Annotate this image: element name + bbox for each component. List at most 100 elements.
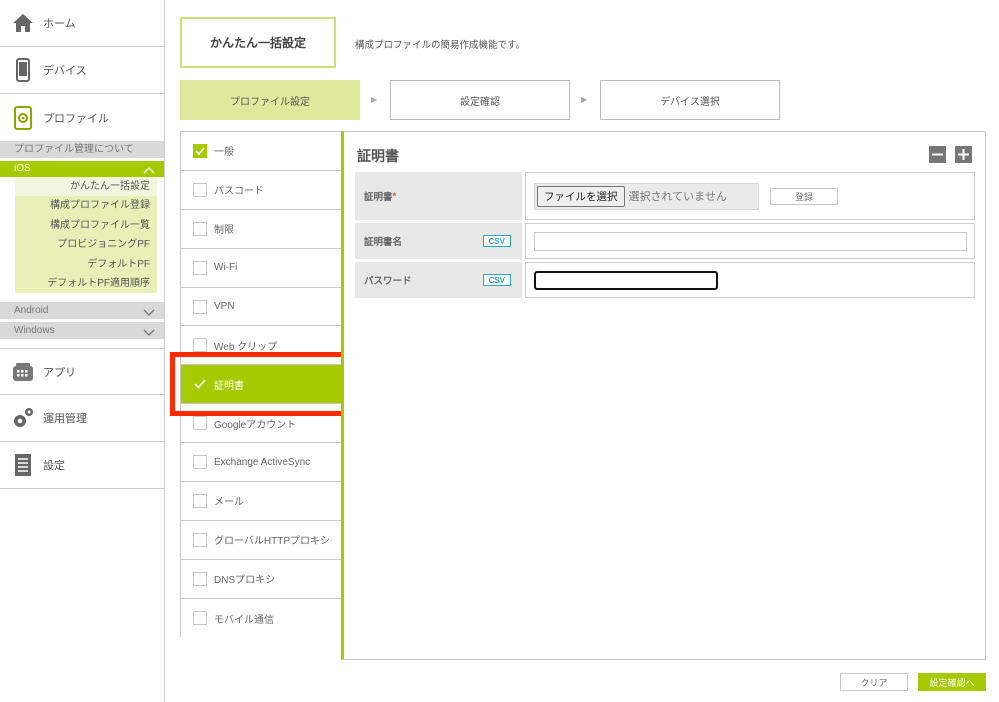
menu-item-vpn[interactable]: VPN [181,287,342,327]
menu-item-dns-proxy[interactable]: DNSプロキシ [181,559,342,599]
nav-device-label: デバイス [43,65,87,77]
checkbox-checked-icon [193,143,207,158]
chevron-down-icon [143,306,155,323]
menu-item-label: Wi-Fi [214,262,238,274]
menu-item-label: メール [214,497,244,509]
menu-item-label: DNSプロキシ [214,575,276,587]
menu-item-label: Web クリップ [214,341,278,353]
checkbox-icon [193,493,207,508]
certificate-name-label-text: 証明書名 [364,237,403,248]
confirm-settings-button[interactable]: 設定確認へ [918,673,986,691]
menu-item-passcode[interactable]: パスコード [181,170,342,210]
check-icon [193,377,207,391]
password-label: パスワード CSV [355,262,522,298]
ios-submenu: かんたん一括設定 構成プロファイル登録 構成プロファイル一覧 プロビジョニングP… [15,177,157,294]
minus-button[interactable] [929,146,946,163]
nav-home-label: ホーム [43,18,76,30]
menu-item-exchange[interactable]: Exchange ActiveSync [181,443,342,483]
nav-profile[interactable]: プロファイル [0,94,164,141]
nav-settings-label: 設定 [43,460,65,473]
checkbox-icon [193,182,207,197]
ios-item-default-pf[interactable]: デフォルトPF [15,255,157,274]
csv-badge[interactable]: CSV [482,235,511,247]
menu-item-general[interactable]: 一般 [181,132,342,171]
file-status: 選択されていません [628,191,727,203]
android-section[interactable]: Android [0,302,164,320]
home-icon [11,11,35,35]
nav-device[interactable]: デバイス [0,47,164,94]
chevron-down-icon [143,326,155,343]
nav-home[interactable]: ホーム [0,0,164,47]
nav-operation[interactable]: 運用管理 [0,395,164,443]
checkbox-icon [193,299,207,314]
certificate-value: ファイルを選択 選択されていません 登録 [525,172,975,220]
menu-item-label: 制限 [214,225,234,237]
password-input[interactable] [534,270,718,290]
ios-item-profile-list[interactable]: 構成プロファイル一覧 [15,216,157,235]
panel-title: 証明書 [357,148,399,164]
menu-item-certificate[interactable]: 証明書 [181,365,342,405]
register-button[interactable]: 登録 [770,187,838,205]
nav-settings[interactable]: 設定 [0,442,164,490]
certificate-row: 証明書 * ファイルを選択 選択されていません 登録 [355,172,975,220]
password-row: パスワード CSV [355,262,975,298]
menu-item-label: 一般 [214,147,234,159]
nav-operation-label: 運用管理 [43,413,87,426]
chevron-up-icon [143,164,155,180]
menu-item-web-clip[interactable]: Web クリップ [181,326,342,366]
checkbox-icon [193,571,207,586]
nav-profile-label: プロファイル [43,112,109,125]
profile-category-menu: 一般 パスコード 制限 Wi-Fi VPN Web クリップ 証明書 Googl… [180,131,342,638]
ios-item-easy-setup[interactable]: かんたん一括設定 [15,177,157,197]
app-icon [11,360,35,384]
android-label: Android [14,305,49,317]
windows-label: Windows [14,325,55,337]
csv-badge[interactable]: CSV [482,274,511,286]
required-mark: * [392,190,397,202]
menu-item-label: パスコード [214,186,264,198]
nav-app[interactable]: アプリ [0,348,164,396]
menu-item-mail[interactable]: メール [181,482,342,521]
choose-file-button[interactable]: ファイルを選択 [537,185,625,207]
menu-item-global-http-proxy[interactable]: グローバルHTTPプロキシ [181,520,342,560]
ios-item-profile-register[interactable]: 構成プロファイル登録 [15,196,157,215]
plus-icon [958,149,969,160]
windows-section[interactable]: Windows [0,322,164,340]
certificate-label-text: 証明書 [364,192,393,203]
file-input[interactable]: ファイルを選択 選択されていません [534,182,759,210]
step-arrow-icon: ▶ [371,95,378,104]
plus-button[interactable] [955,146,972,163]
ios-label: iOS [14,163,31,174]
ios-section[interactable]: iOS [0,161,164,177]
menu-item-label: Exchange ActiveSync [214,456,311,468]
menu-item-label: グローバルHTTPプロキシ [214,536,331,548]
checkbox-icon [193,260,207,275]
checkbox-icon [193,455,207,470]
password-value [525,262,975,298]
menu-item-google-account[interactable]: Googleアカウント [181,404,342,444]
step-profile-settings: プロファイル設定 [180,80,360,120]
certificate-label: 証明書 * [355,172,522,220]
menu-item-wifi[interactable]: Wi-Fi [181,248,342,288]
sidebar: ホーム デバイス プロファイル プロファイル管理について iOS かんたん一括設… [0,0,165,702]
certificate-name-value [525,223,975,259]
page-title: かんたん一括設定 [180,17,336,68]
gears-icon [11,406,35,430]
clear-button[interactable]: クリア [840,673,908,691]
checkbox-icon [193,532,207,547]
step-device-select: デバイス選択 [600,80,780,120]
menu-item-restrictions[interactable]: 制限 [181,209,342,249]
menu-item-mobile-data[interactable]: モバイル通信 [181,598,342,638]
about-profile-link[interactable]: プロファイル管理について [0,141,164,158]
checkbox-icon [193,221,207,236]
profile-gear-icon [11,105,35,130]
ios-item-provisioning[interactable]: プロビジョニングPF [15,235,157,254]
nav-app-label: アプリ [43,366,76,379]
checkbox-icon [193,416,207,431]
ios-item-default-order[interactable]: デフォルトPF適用順序 [15,274,157,293]
certificate-panel: 証明書 証明書 * ファイルを選択 選択されていません 登録 証明書名 CSV パ… [341,131,986,660]
minus-icon [932,153,943,156]
about-profile-label: プロファイル管理について [14,144,134,155]
menu-item-label: VPN [214,301,235,312]
certificate-name-input[interactable] [534,231,967,251]
